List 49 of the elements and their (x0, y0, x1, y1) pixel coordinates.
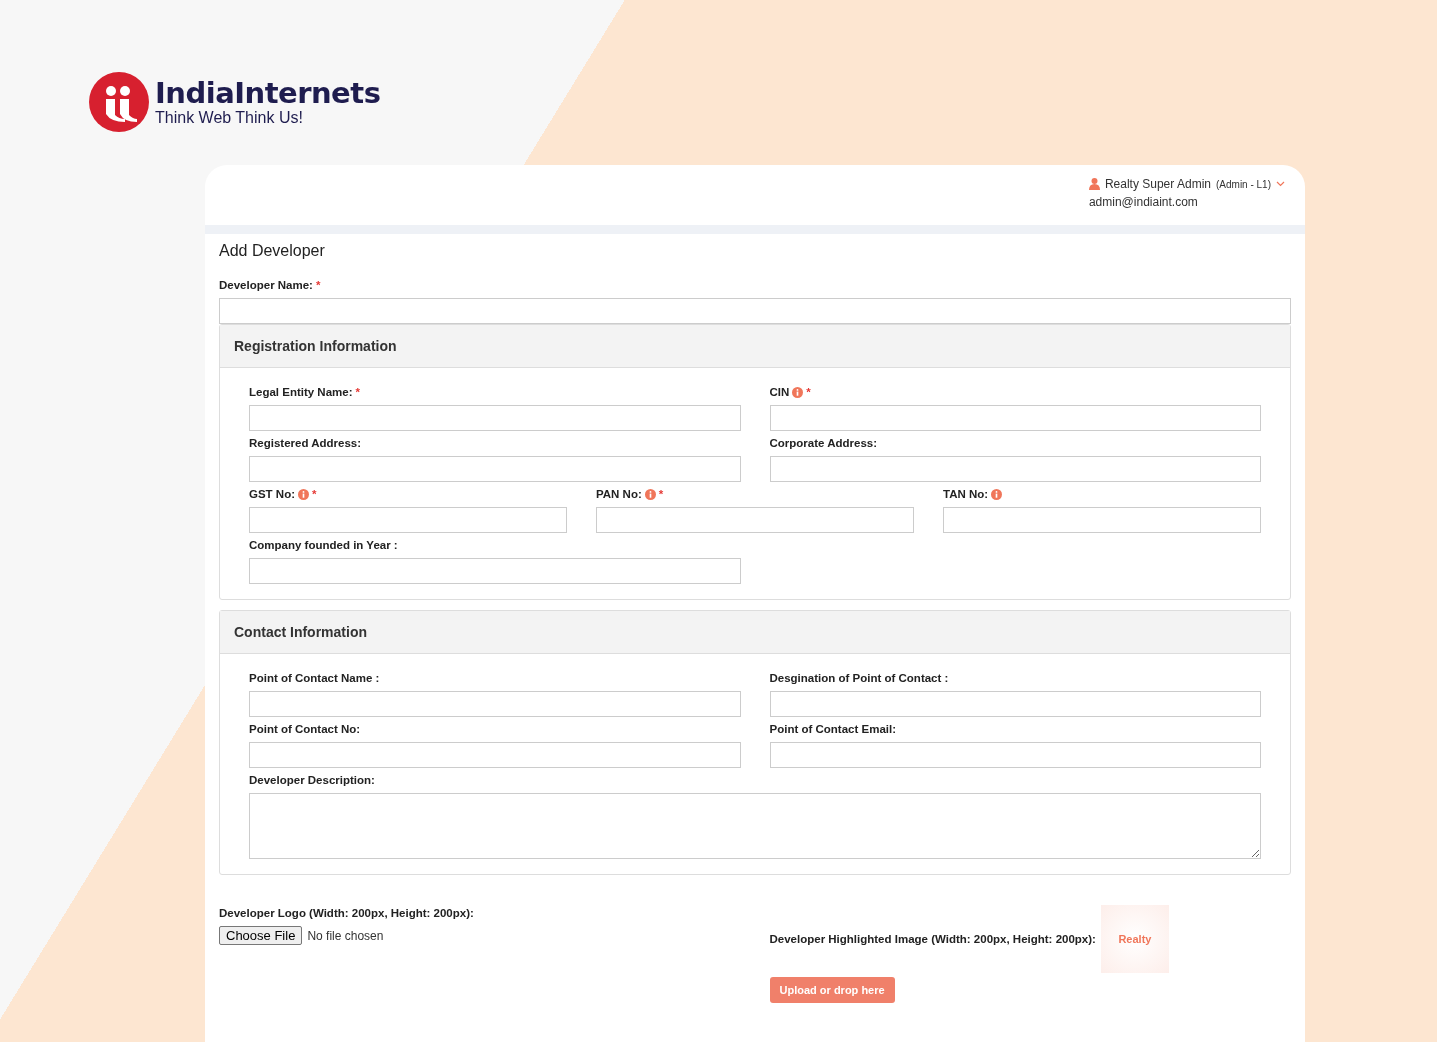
field-label: Legal Entity Name: (249, 386, 353, 398)
file-status: No file chosen (307, 928, 384, 943)
required-asterisk: * (355, 386, 360, 398)
user-name[interactable]: Realty Super Admin (1104, 177, 1211, 191)
input-field[interactable] (769, 691, 1261, 717)
field-label: Desgination of Point of Contact : (769, 672, 949, 684)
field-label: Company founded in Year : (249, 539, 398, 551)
page-title: Add Developer (219, 242, 326, 260)
field-label: Point of Contact Email: (769, 723, 896, 735)
input-field[interactable] (249, 691, 741, 717)
field-label: Developer Name: (219, 279, 313, 291)
user-email: admin@indiaint.com (1088, 195, 1199, 209)
field-label: Registered Address: (249, 437, 362, 449)
required-asterisk: * (806, 386, 811, 398)
field-label: GST No: (249, 488, 295, 500)
logo-icon (89, 72, 149, 132)
brand-tagline: Think Web Think Us! (155, 109, 304, 127)
field-label: CIN (769, 386, 790, 398)
field-label: TAN No: (943, 488, 989, 500)
chevron-down-icon[interactable] (1276, 181, 1285, 187)
section-title: Registration Information (220, 325, 1290, 368)
input-field[interactable] (249, 456, 741, 482)
section-title: Contact Information (220, 611, 1290, 654)
user-icon (1088, 178, 1100, 190)
input-field[interactable] (219, 298, 1291, 324)
input-field[interactable] (249, 558, 741, 584)
user-role: (Admin - L1) (1216, 178, 1271, 190)
textarea-field[interactable] (249, 793, 1261, 859)
field-label: Developer Logo (Width: 200px, Height: 200px): (219, 907, 474, 919)
field-label: PAN No: (596, 488, 642, 500)
image-preview: Realty (1100, 905, 1169, 973)
input-field[interactable] (769, 456, 1261, 482)
brand-name: IndiaInternets (155, 77, 381, 109)
field-label: Corporate Address: (769, 437, 878, 449)
field-label: Developer Highlighted Image (Width: 200px, Height: 200px): (769, 933, 1096, 945)
required-asterisk: * (315, 279, 321, 291)
input-field[interactable] (249, 405, 741, 431)
required-asterisk: * (312, 488, 317, 500)
input-field[interactable] (596, 507, 914, 533)
field-label: Point of Contact Name : (249, 672, 380, 684)
required-asterisk: * (658, 488, 664, 500)
field-label: Point of Contact No: (249, 723, 361, 735)
input-field[interactable] (249, 742, 741, 768)
input-field[interactable] (769, 742, 1261, 768)
input-field[interactable] (769, 405, 1261, 431)
choose-file-button[interactable]: Choose File (219, 926, 303, 945)
field-label: Developer Description: (249, 774, 375, 786)
input-field[interactable] (943, 507, 1261, 533)
input-field[interactable] (249, 507, 567, 533)
